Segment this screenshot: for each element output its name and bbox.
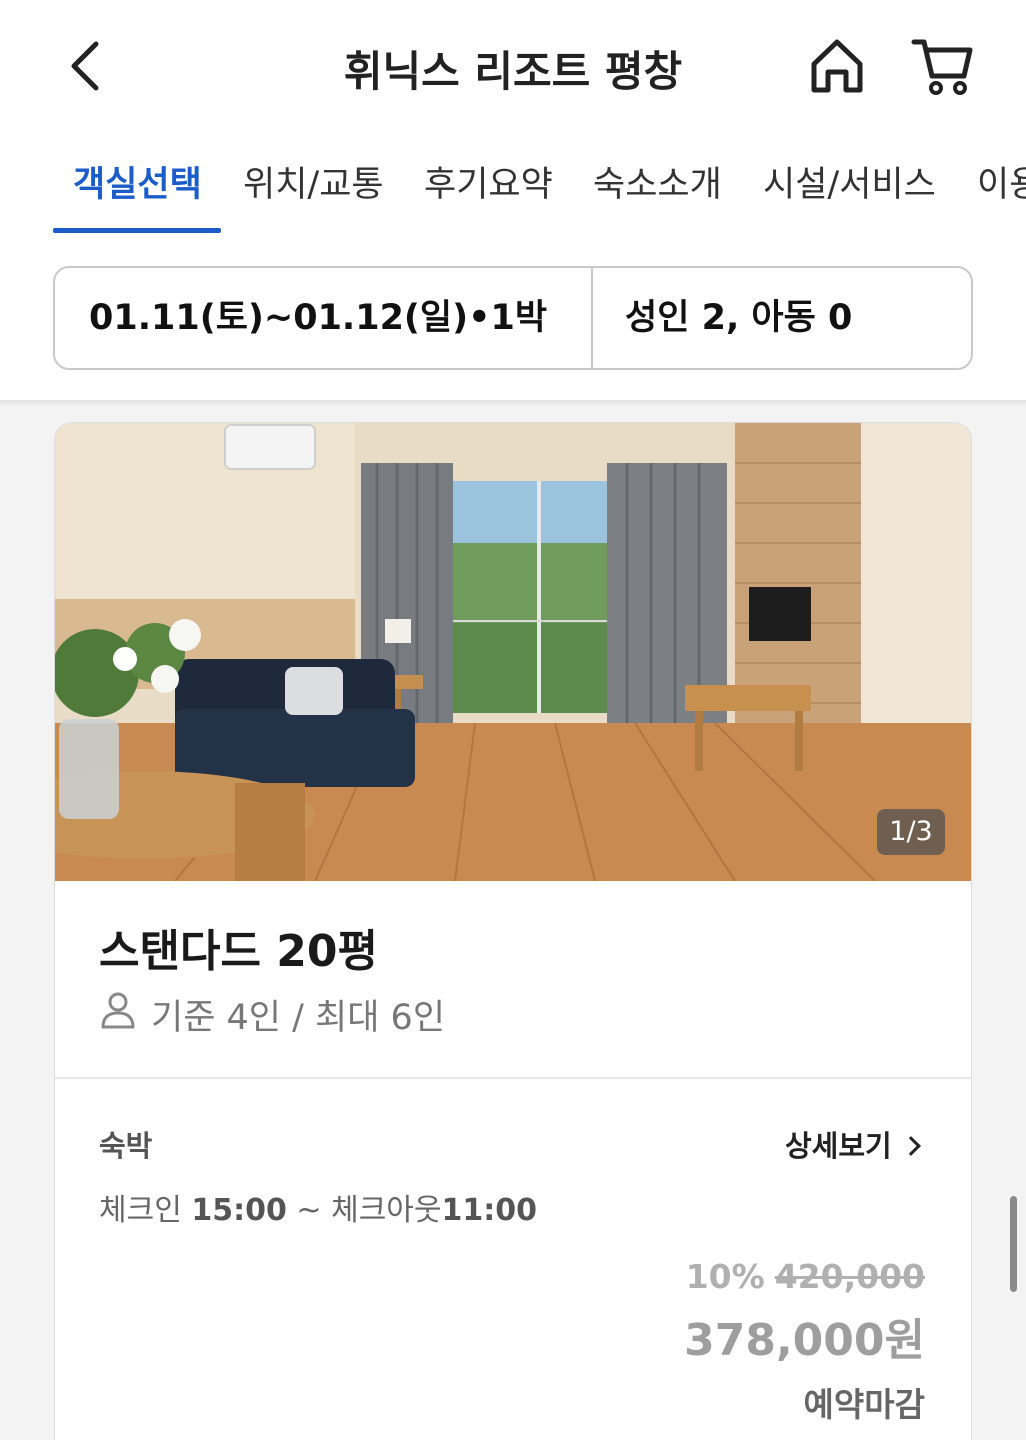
card-divider	[55, 1077, 971, 1079]
scrollbar[interactable]	[1010, 1196, 1017, 1292]
checkout-label: 체크아웃	[331, 1193, 442, 1228]
final-price: 378,000원	[684, 1315, 925, 1366]
tab-review-summary[interactable]: 후기요약	[424, 156, 553, 207]
original-price: 420,000	[774, 1257, 925, 1296]
view-details-link[interactable]: 상세보기	[785, 1123, 921, 1165]
cart-icon	[911, 39, 973, 95]
discount-rate: 10%	[685, 1257, 765, 1296]
top-bar: 휘닉스 리조트 평창	[0, 0, 1026, 135]
room-name: 스탠다드 20평	[99, 926, 378, 977]
checkout-time: 11:00	[441, 1193, 538, 1228]
tab-property-intro[interactable]: 숙소소개	[593, 156, 722, 207]
page-title: 휘닉스 리조트 평창	[343, 47, 683, 96]
checkin-label: 체크인	[99, 1193, 182, 1228]
chevron-right-icon	[900, 1136, 921, 1156]
room-photo[interactable]	[55, 423, 972, 881]
time-separator: ~	[296, 1193, 322, 1228]
tab-usage[interactable]: 이용	[977, 156, 1026, 207]
checkin-checkout-times: 체크인 15:00 ~ 체크아웃11:00	[99, 1185, 537, 1229]
active-tab-indicator	[53, 228, 221, 233]
room-card: 1/3 스탠다드 20평 기준 4인 / 최대 6인 숙박 상세보기 체크인 1…	[54, 422, 972, 1440]
tab-location[interactable]: 위치/교통	[243, 156, 384, 207]
rate-plan-label: 숙박	[99, 1129, 153, 1163]
guest-selector[interactable]: 성인 2, 아동 0	[593, 268, 971, 368]
photo-counter: 1/3	[877, 809, 945, 855]
section-tabs: 객실선택 위치/교통 후기요약 숙소소개 시설/서비스 이용	[0, 140, 1026, 236]
search-conditions: 01.11(토)~01.12(일)•1박 성인 2, 아동 0	[53, 266, 973, 370]
date-selector[interactable]: 01.11(토)~01.12(일)•1박	[55, 268, 593, 368]
header-shadow	[0, 400, 1026, 406]
booking-status: 예약마감	[803, 1385, 925, 1424]
discount-row: 10% 420,000	[684, 1257, 925, 1296]
home-icon	[811, 39, 863, 93]
cart-button[interactable]	[910, 34, 976, 98]
home-button[interactable]	[806, 34, 868, 98]
tab-room-select[interactable]: 객실선택	[73, 156, 202, 207]
checkin-time: 15:00	[191, 1193, 287, 1228]
tab-facilities[interactable]: 시설/서비스	[763, 156, 936, 207]
person-icon	[101, 992, 135, 1029]
view-details-label: 상세보기	[785, 1129, 892, 1163]
price-block: 10% 420,000 378,000원 예약마감	[684, 1257, 925, 1426]
capacity-text: 기준 4인 / 최대 6인	[151, 998, 446, 1038]
